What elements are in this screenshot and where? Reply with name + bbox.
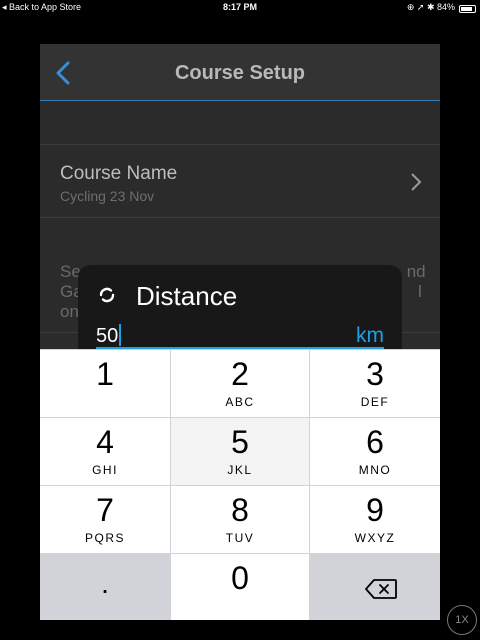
key-7[interactable]: 7 PQRS [40,486,170,553]
key-digit: 2 [231,356,249,392]
distance-unit: km [356,324,384,347]
key-8[interactable]: 8 TUV [171,486,309,553]
key-digit: 6 [366,424,384,460]
key-digit: 0 [231,560,249,596]
course-name-label: Course Name [60,163,178,184]
zoom-1x-button[interactable]: 1X [447,605,477,635]
navigation-bar: Course Setup [40,44,440,101]
course-name-row[interactable]: Course Name Cycling 23 Nov [40,144,440,218]
battery-level [461,6,472,11]
key-5[interactable]: 5 JKL [171,418,309,485]
refresh-icon [99,287,115,303]
course-name-value: Cycling 23 Nov [60,188,155,204]
key-delete[interactable] [310,554,440,620]
key-digit: . [101,568,109,599]
battery-icon [459,4,476,13]
key-0[interactable]: 0 [171,554,309,620]
key-2[interactable]: 2 ABC [171,350,309,417]
status-indicator-text: ⊕ ➚ ✱ 84% [406,2,455,12]
key-letters: GHI [92,463,118,477]
key-letters: JKL [227,463,253,477]
key-letters: TUV [225,531,255,545]
key-digit: 1 [96,356,114,392]
key-letters: MNO [358,463,392,477]
text-caret [119,324,122,346]
key-digit: 9 [366,492,384,528]
distance-input[interactable]: 50 km [96,323,384,349]
key-3[interactable]: 3 DEF [310,350,440,417]
key-1[interactable]: 1 [40,350,170,417]
key-letters: WXYZ [354,531,396,545]
key-letters: PQRS [84,531,125,545]
key-9[interactable]: 9 WXYZ [310,486,440,553]
chevron-right-icon [411,173,422,191]
key-digit: 8 [231,492,249,528]
status-bar: ◂ Back to App Store 8:17 PM ⊕ ➚ ✱ 84% [0,0,480,14]
key-digit: 4 [96,424,114,460]
key-digit: 7 [96,492,114,528]
page-title: Course Setup [174,62,306,84]
status-indicators: ⊕ ➚ ✱ 84% [407,0,476,14]
delete-backspace-icon [365,579,397,599]
key-digit: 5 [231,424,249,460]
key-letters: ABC [225,395,255,409]
distance-value: 50 [96,325,119,347]
key-4[interactable]: 4 GHI [40,418,170,485]
key-letters: DEF [360,395,390,409]
key-decimal[interactable]: . [40,554,170,620]
dialog-title: Distance [136,281,238,311]
numeric-keypad: 1 2 ABC 3 DEF 4 GHI 5 JKL 6 MNO 7 PQRS 8… [40,349,440,620]
key-6[interactable]: 6 MNO [310,418,440,485]
key-digit: 3 [366,356,384,392]
